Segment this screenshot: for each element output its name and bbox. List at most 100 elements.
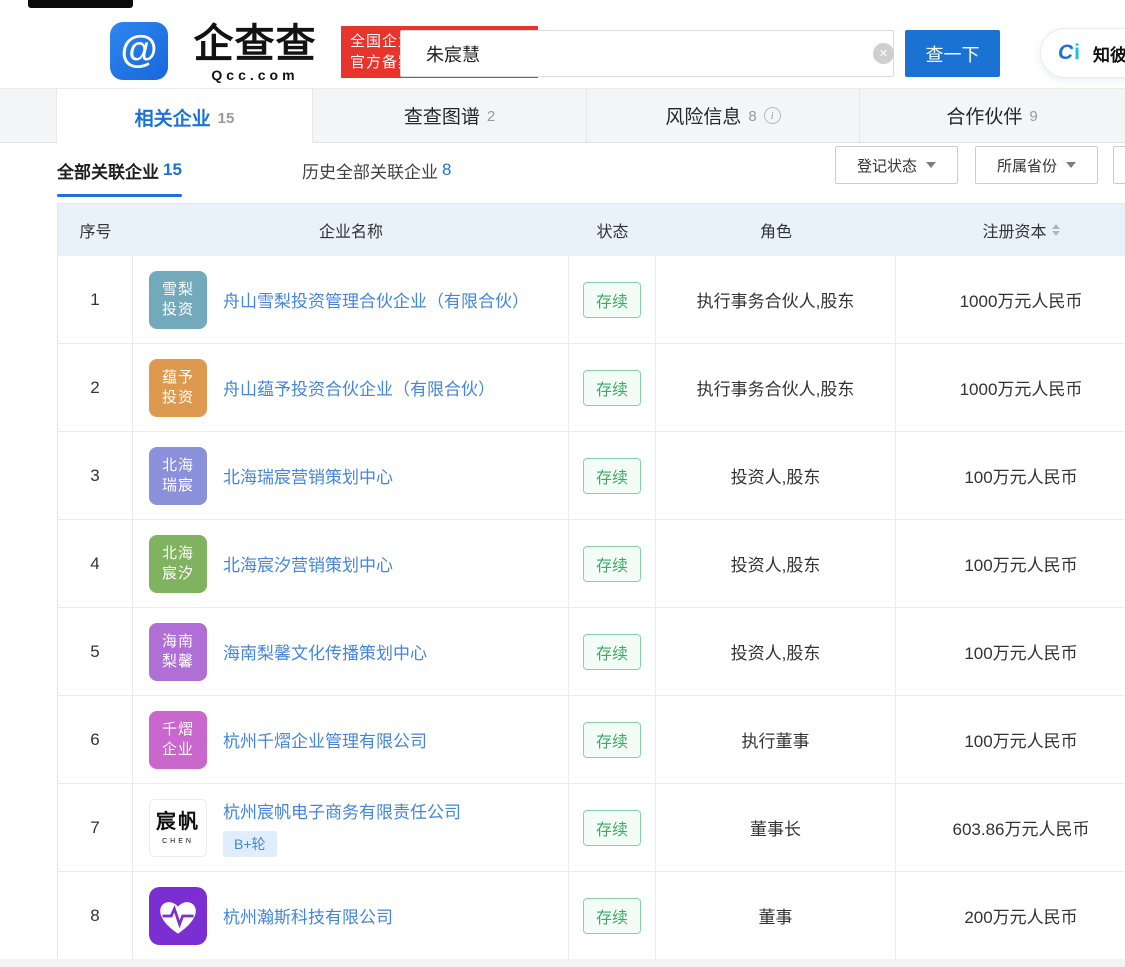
index-cell: 4 [58,520,133,607]
logo-subtext: CHEN [162,837,194,845]
company-link[interactable]: 舟山蕴予投资合伙企业（有限合伙） [223,375,495,400]
capital-cell: 100万元人民币 [964,732,1078,751]
search-input[interactable] [400,30,894,77]
company-logo: 雪梨 投资 [149,270,207,329]
company-link[interactable]: 北海宸汐营销策划中心 [223,551,393,576]
status-cell: 存续 [569,608,656,695]
company-logo: 北海 瑞宸 [149,446,207,505]
index-cell: 5 [58,608,133,695]
status-badge: 存续 [582,721,641,758]
company-link[interactable]: 舟山雪梨投资管理合伙企业（有限合伙） [223,287,529,312]
tab-count: 9 [1029,108,1038,125]
status-cell: 存续 [569,520,656,607]
subtab-history-related[interactable]: 历史全部关联企业 8 [302,143,451,197]
status-badge: 存续 [582,369,641,406]
header-role: 角色 [759,224,792,241]
search-button[interactable]: 查一下 [905,30,1000,77]
logo-line2: 宸汐 [161,564,194,582]
company-link[interactable]: 杭州瀚斯科技有限公司 [223,903,393,928]
filter-registration-status[interactable]: 登记状态 [835,146,958,184]
capital-cell: 100万元人民币 [964,644,1078,663]
index-cell: 8 [58,872,133,959]
table-row: 7 宸帆 CHEN 杭州宸帆电子商务有限责任公司 B+轮 存续 董事长 603.86万元人民币 [58,784,1125,872]
logo-line2: 企业 [161,740,194,758]
company-cell: 宸帆 CHEN 杭州宸帆电子商务有限责任公司 B+轮 [133,784,569,871]
qcc-logo-icon[interactable]: @ [110,22,168,80]
subtab-count: 8 [442,160,452,179]
filter-province[interactable]: 所属省份 [975,146,1098,184]
capital-cell: 1000万元人民币 [959,380,1083,399]
filter-label: 所属省份 [996,157,1057,175]
status-cell: 存续 [569,696,656,783]
logo-line1: 千熠 [161,721,194,738]
role-cell: 投资人,股东 [656,520,896,607]
header-capital: 注册资本 [896,218,1125,242]
table-row: 3 北海 瑞宸 北海瑞宸营销策划中心 存续 投资人,股东 100万元人民币 [58,432,1125,520]
tab-chacha-graph[interactable]: 查查图谱 2 [313,89,587,142]
tab-count: 8 [748,108,757,125]
role-cell: 执行事务合伙人,股东 [656,256,896,343]
chevron-down-icon [926,162,936,168]
logo-line1: 蕴予 [161,369,194,386]
status-cell: 存续 [569,344,656,431]
tab-partners[interactable]: 合作伙伴 9 [860,89,1124,142]
active-underline [57,194,182,197]
role-cell: 执行事务合伙人,股东 [656,344,896,431]
logo-line2: 投资 [161,388,194,406]
info-icon[interactable]: i [763,107,781,124]
company-link[interactable]: 北海瑞宸营销策划中心 [223,463,393,488]
table-row: 1 雪梨 投资 舟山雪梨投资管理合伙企业（有限合伙） 存续 执行事务合伙人,股东 1000万… [58,256,1125,344]
company-cell: 雪梨 投资 舟山雪梨投资管理合伙企业（有限合伙） [133,256,569,343]
logo-line1: 雪梨 [161,281,194,298]
status-badge: 存续 [582,457,641,494]
funding-round-badge[interactable]: B+轮 [223,831,277,857]
sort-icon[interactable] [1051,224,1060,236]
table-row: 5 海南 梨馨 海南梨馨文化传播策划中心 存续 投资人,股东 100万元人民币 [58,608,1125,696]
subtab-all-related[interactable]: 全部关联企业 15 [57,143,182,197]
filter-label: 登记状态 [856,157,917,175]
qcc-related-companies-page: @ 企查查 Qcc.com 全国企业信用查询系统 官方备案企业征信机构 ✕ 查一… [0,0,1125,967]
company-cell: 杭州瀚斯科技有限公司 [133,872,569,959]
company-link[interactable]: 杭州宸帆电子商务有限责任公司 [223,798,461,823]
index-cell: 1 [58,256,133,343]
tab-label: 查查图谱 [403,107,480,128]
clear-search-icon[interactable]: ✕ [873,43,894,64]
tab-related-companies[interactable]: 相关企业 15 [57,89,313,145]
tabbar-spacer [0,89,57,142]
index-cell: 7 [58,784,133,871]
filter-more-cutoff[interactable] [1113,146,1125,184]
logo-line2: 瑞宸 [161,476,194,494]
sub-tabbar: 全部关联企业 15 历史全部关联企业 8 登记状态 所属省份 [0,143,1125,203]
brand[interactable]: 企查查 Qcc.com [180,22,330,83]
chevron-down-icon [1066,162,1076,168]
company-cell: 海南 梨馨 海南梨馨文化传播策划中心 [133,608,569,695]
tab-risk-info[interactable]: 风险信息 8 i [587,89,860,142]
capital-cell: 603.86万元人民币 [952,820,1090,839]
header-status: 状态 [596,224,629,241]
company-link[interactable]: 海南梨馨文化传播策划中心 [223,639,427,664]
window-fragment [28,0,133,8]
assistant-entry[interactable]: Ci 知彼 [1040,28,1125,78]
status-cell: 存续 [569,432,656,519]
capital-cell: 200万元人民币 [964,908,1078,927]
table-row: 4 北海 宸汐 北海宸汐营销策划中心 存续 投资人,股东 100万元人民币 [58,520,1125,608]
status-badge: 存续 [582,897,641,934]
role-cell: 投资人,股东 [656,432,896,519]
tab-label: 相关企业 [134,108,211,130]
company-logo: 千熠 企业 [149,710,207,769]
subtab-label: 全部关联企业 [57,162,159,182]
status-cell: 存续 [569,256,656,343]
role-cell: 董事 [656,872,896,959]
company-logo: 海南 梨馨 [149,622,207,681]
company-logo: 宸帆 CHEN [149,798,207,857]
subtab-count: 15 [163,160,182,179]
company-cell: 北海 瑞宸 北海瑞宸营销策划中心 [133,432,569,519]
index-cell: 3 [58,432,133,519]
company-link[interactable]: 杭州千熠企业管理有限公司 [223,727,427,752]
table-row: 2 蕴予 投资 舟山蕴予投资合伙企业（有限合伙） 存续 执行事务合伙人,股东 1000万元人… [58,344,1125,432]
header-company-name: 企业名称 [318,224,383,241]
company-logo-heart-icon [149,886,207,945]
status-cell: 存续 [569,872,656,959]
table-row: 8 杭州瀚斯科技有限公司 存续 董事 200万元人民币 [58,872,1125,960]
assistant-ci-icon: Ci [1053,37,1085,69]
